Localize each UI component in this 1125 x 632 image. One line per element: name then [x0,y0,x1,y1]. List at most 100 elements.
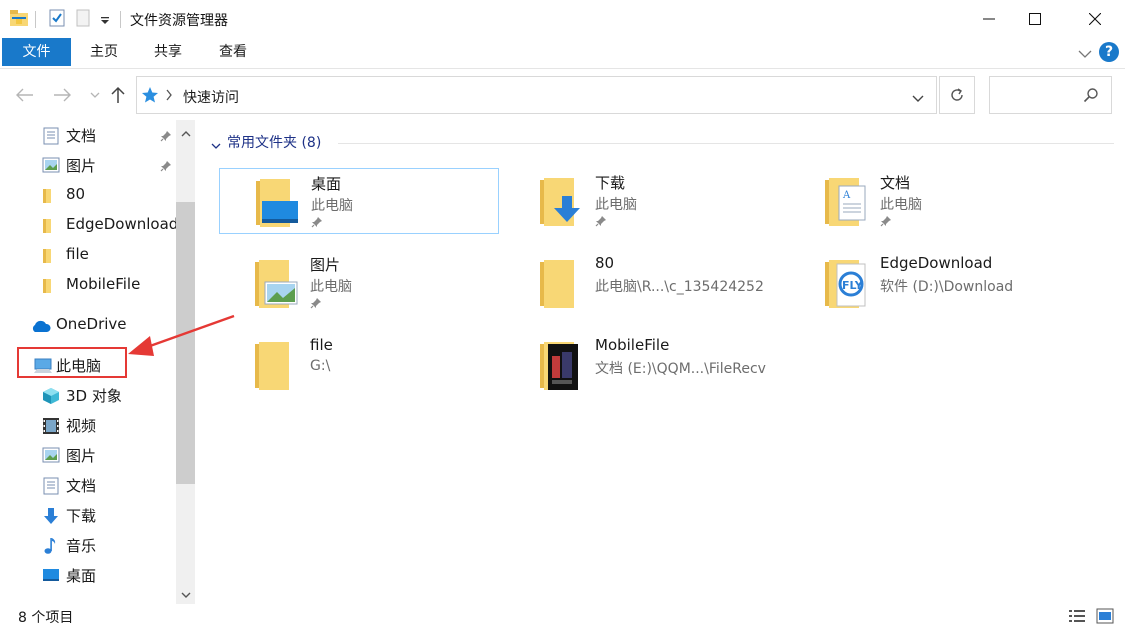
sidebar-item-music[interactable]: 音乐 [0,530,176,560]
folder-icon [251,336,301,392]
folder-tile-edgedownload[interactable]: FLY EdgeDownload 软件 (D:)\Download [789,250,1069,316]
up-button[interactable] [107,84,129,106]
minimize-button[interactable] [966,0,1012,38]
forward-button[interactable] [51,84,73,106]
large-icons-view-icon[interactable] [1096,608,1114,624]
pictures-folder-icon [251,254,301,310]
customize-toolbar-icon[interactable] [100,14,110,30]
highlight-box [17,347,127,378]
sidebar-item-label: 文档 [66,477,97,495]
refresh-button[interactable] [939,76,975,114]
sidebar-item-label: 80 [66,185,86,203]
separator [35,11,36,28]
sidebar-item-documents[interactable]: 文档 [0,470,176,500]
details-view-icon[interactable] [1068,608,1086,624]
sidebar-item-edgedownload[interactable]: EdgeDownload [0,210,179,240]
folder-tile-mobilefile[interactable]: MobileFile 文档 (E:)\QQM...\FileRecv [504,332,784,398]
sidebar-item-downloads[interactable]: 下载 [0,500,176,530]
expand-ribbon-icon[interactable] [1078,47,1092,63]
recent-locations-icon[interactable] [84,84,106,106]
mobilefile-folder-icon [536,336,586,392]
documents-folder-icon: A [821,172,871,228]
folder-name: file [310,336,333,354]
back-button[interactable] [14,84,36,106]
address-bar[interactable]: 快速访问 [136,76,937,114]
search-input[interactable] [989,76,1112,114]
close-button[interactable] [1072,0,1118,38]
pin-icon [311,216,323,232]
separator [120,11,121,28]
folder-tile-file[interactable]: file G:\ [219,332,499,398]
sidebar-item-label: 3D 对象 [66,387,122,405]
tab-file[interactable]: 文件 [2,38,71,66]
folder-icon [42,187,52,205]
sidebar-item-label: 文档 [66,127,97,145]
status-item-count: 8 个项目 [18,610,74,626]
folder-name: MobileFile [595,336,670,354]
new-folder-icon[interactable] [76,9,90,31]
sidebar-item-documents-pinned[interactable]: 文档 [0,120,176,150]
pin-icon [160,158,172,176]
tab-share[interactable]: 共享 [148,38,188,66]
scroll-up-icon[interactable] [181,126,191,142]
pictures-icon [42,447,60,465]
folder-location: 此电脑 [311,198,353,214]
sidebar-item-videos[interactable]: 视频 [0,410,176,440]
folder-tile-downloads[interactable]: 下载 此电脑 [504,168,784,234]
ribbon-tabs: 文件 主页 共享 查看 ? [0,38,1125,69]
folder-location: 此电脑 [595,197,637,213]
folder-tile-documents[interactable]: A 文档 此电脑 [789,168,1069,234]
folder-tile-80[interactable]: 80 此电脑\R...\c_135424252 [504,250,784,316]
sidebar-item-label: 图片 [66,447,97,465]
help-icon[interactable]: ? [1099,42,1119,62]
sidebar-item-label: 桌面 [66,567,97,585]
sidebar-item-file[interactable]: file [0,240,176,270]
sidebar-item-label: 音乐 [66,537,97,555]
maximize-button[interactable] [1012,0,1058,38]
folder-location: 此电脑\R...\c_135424252 [595,279,764,295]
group-header[interactable]: 常用文件夹 (8) [227,132,321,152]
sidebar-item-80[interactable]: 80 [0,180,176,210]
pictures-icon [42,157,60,175]
folder-tile-pictures[interactable]: 图片 此电脑 [219,250,499,316]
folder-icon [536,254,586,310]
tab-home[interactable]: 主页 [84,38,124,66]
sidebar-item-mobilefile[interactable]: MobileFile [0,270,176,300]
folder-name: EdgeDownload [880,254,993,272]
pin-icon [595,215,607,231]
explorer-icon[interactable] [9,9,29,31]
breadcrumb-chevron-icon[interactable] [165,89,173,105]
properties-icon[interactable] [49,9,65,31]
search-icon [1083,87,1099,107]
folder-icon [42,217,52,235]
folder-icon [42,277,52,295]
group-divider [338,143,1114,144]
sidebar-scrollbar[interactable] [176,120,195,604]
scroll-down-icon[interactable] [181,587,191,603]
documents-icon [42,127,60,145]
sidebar-item-label: file [66,245,89,263]
onedrive-icon [30,319,52,337]
folder-tile-desktop[interactable]: 桌面 此电脑 [219,168,499,234]
tab-view[interactable]: 查看 [213,38,253,66]
address-dropdown-icon[interactable] [912,91,924,107]
edgedownload-folder-icon: FLY [821,254,871,310]
breadcrumb-quick-access[interactable]: 快速访问 [183,87,239,107]
sidebar-item-desktop[interactable]: 桌面 [0,560,176,590]
sidebar-item-label: EdgeDownload [66,215,179,233]
downloads-icon [42,507,60,525]
sidebar-item-3d-objects[interactable]: 3D 对象 [0,380,176,410]
downloads-folder-icon [536,172,586,228]
folder-icon [42,247,52,265]
sidebar-item-label: 下载 [66,507,97,525]
folder-location: 此电脑 [880,197,922,213]
folder-name: 下载 [595,174,626,192]
pin-icon [310,297,322,313]
sidebar-item-label: 图片 [66,157,97,175]
svg-text:FLY: FLY [842,279,864,292]
window-title: 文件资源管理器 [130,13,228,29]
pin-icon [160,128,172,146]
collapse-group-icon[interactable] [211,138,221,154]
sidebar-item-pictures-pinned[interactable]: 图片 [0,150,176,180]
sidebar-item-pictures[interactable]: 图片 [0,440,176,470]
